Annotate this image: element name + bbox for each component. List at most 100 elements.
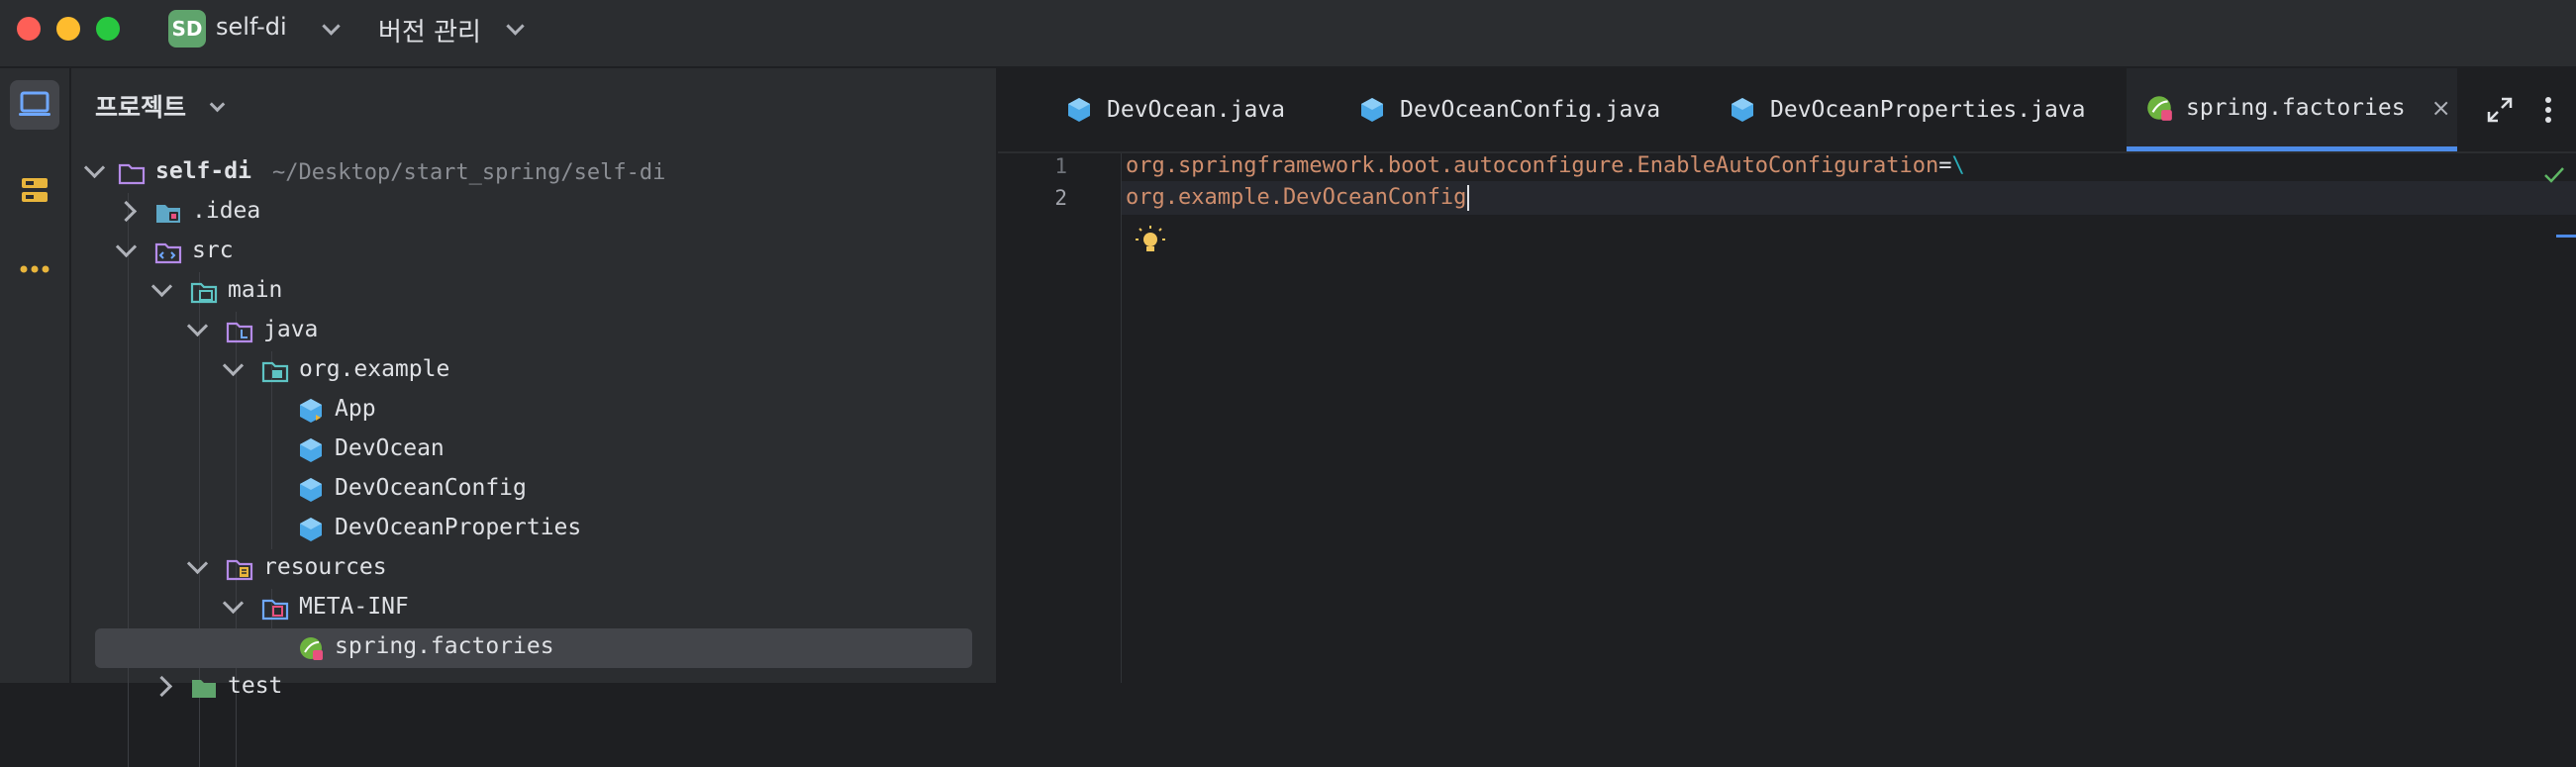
scrollbar-marker (2556, 235, 2576, 238)
tree-label: DevOceanConfig (335, 475, 527, 501)
tree-label: main (228, 277, 283, 303)
collapse-chevron-icon[interactable] (150, 675, 173, 698)
tree-row-class-devoceanconfig[interactable]: DevOceanConfig (71, 470, 996, 510)
java-class-icon (300, 478, 322, 502)
tree-label: org.example (299, 356, 450, 382)
expand-chevron-icon[interactable] (150, 275, 173, 298)
more-vertical-icon[interactable] (2542, 95, 2554, 125)
tree-row-idea[interactable]: .idea (71, 193, 996, 233)
close-tab-icon[interactable]: × (2431, 94, 2451, 122)
tree-label: DevOcean (335, 435, 445, 461)
tree-label: App (335, 396, 376, 422)
java-class-icon (300, 518, 322, 541)
title-bar: SD self-di 버전 관리 (0, 0, 2576, 68)
java-class-icon (1068, 98, 1090, 122)
module-folder-icon (118, 163, 146, 185)
tree-row-spring-factories[interactable]: spring.factories (95, 628, 972, 668)
tab-spring-factories[interactable]: spring.factories × (2127, 68, 2457, 151)
java-source-folder-icon (226, 322, 253, 343)
tree-row-resources[interactable]: resources (71, 549, 996, 589)
project-badge[interactable]: SD (168, 10, 206, 48)
text-caret (1467, 185, 1470, 211)
main-folder-icon (190, 282, 218, 304)
tree-label: spring.factories (335, 633, 554, 659)
tree-root-path: ~/Desktop/start_spring/self-di (272, 160, 666, 185)
property-value: org.example.DevOceanConfig (1126, 185, 1467, 210)
package-icon (261, 361, 289, 383)
tab-devoceanproperties-java[interactable]: DevOceanProperties.java (1729, 68, 2086, 151)
tab-devoceanconfig-java[interactable]: DevOceanConfig.java (1358, 68, 1660, 151)
tree-row-main[interactable]: main (71, 272, 996, 312)
java-class-icon (300, 399, 322, 423)
minimize-window-button[interactable] (56, 17, 80, 41)
spring-icon (2147, 95, 2172, 121)
maximize-icon[interactable] (2485, 95, 2515, 125)
more-tools-button[interactable] (10, 244, 59, 294)
equals-sign: = (1938, 153, 1952, 178)
structure-tool-button[interactable] (10, 165, 59, 215)
tree-row-root[interactable]: self-di ~/Desktop/start_spring/self-di (71, 153, 996, 193)
java-class-icon (300, 438, 322, 462)
zoom-window-button[interactable] (96, 17, 120, 41)
tree-label: .idea (192, 198, 261, 224)
project-chevron-down-icon[interactable] (322, 17, 341, 36)
tab-label: DevOcean.java (1107, 97, 1286, 123)
expand-chevron-icon[interactable] (83, 156, 106, 179)
tree-row-src[interactable]: src (71, 233, 996, 272)
line-number: 1 (1054, 154, 1067, 178)
project-panel: 프로젝트 self-di ~/Desktop/start_spring/self… (71, 68, 998, 767)
tree-label: self-di (155, 158, 251, 184)
project-name[interactable]: self-di (216, 13, 287, 41)
project-tool-button[interactable] (10, 80, 59, 130)
tree-label: src (192, 238, 234, 263)
spring-icon (300, 637, 323, 660)
expand-chevron-icon[interactable] (222, 354, 245, 377)
property-key: org.springframework.boot.autoconfigure.E… (1126, 153, 1939, 178)
tab-label: spring.factories (2186, 94, 2406, 121)
code-line-1[interactable]: org.springframework.boot.autoconfigure.E… (1126, 153, 1965, 178)
tree-label: java (263, 317, 319, 342)
line-number: 2 (1054, 186, 1067, 210)
collapse-chevron-icon[interactable] (115, 200, 138, 223)
tree-row-class-app[interactable]: App (71, 391, 996, 431)
structure-icon (22, 178, 48, 202)
test-folder-icon (192, 680, 216, 698)
expand-chevron-icon[interactable] (186, 552, 209, 575)
expand-chevron-icon[interactable] (115, 236, 138, 258)
tree-label: resources (263, 554, 387, 580)
line-continuation: \ (1951, 153, 1965, 178)
resources-folder-icon (226, 559, 253, 581)
tree-row-class-devocean[interactable]: DevOcean (71, 431, 996, 470)
expand-chevron-icon[interactable] (186, 315, 209, 337)
code-editor[interactable]: 1 2 org.springframework.boot.autoconfigu… (998, 153, 2576, 683)
tool-window-strip (0, 68, 71, 683)
tree-label: META-INF (299, 594, 409, 620)
source-folder-icon (154, 242, 182, 264)
metainf-folder-icon (261, 599, 289, 621)
tree-label: test (228, 673, 283, 699)
more-icon (20, 265, 50, 273)
tree-row-test[interactable]: test (71, 668, 996, 708)
editor-tabs: DevOcean.java DevOceanConfig.java DevOce… (998, 68, 2576, 153)
tree-row-class-devoceanproperties[interactable]: DevOceanProperties (71, 510, 996, 549)
java-class-icon (1361, 98, 1383, 122)
idea-folder-icon (156, 205, 180, 223)
tab-label: DevOceanConfig.java (1400, 97, 1661, 123)
tab-label: DevOceanProperties.java (1770, 97, 2086, 123)
project-panel-title[interactable]: 프로젝트 (95, 88, 186, 124)
panel-title-chevron-down-icon[interactable] (209, 96, 226, 113)
version-control-menu[interactable]: 버전 관리 (378, 12, 481, 48)
close-window-button[interactable] (17, 17, 41, 41)
version-control-chevron-down-icon[interactable] (506, 17, 525, 36)
expand-chevron-icon[interactable] (222, 592, 245, 615)
lightbulb-icon[interactable] (1135, 225, 1166, 258)
inspection-ok-icon[interactable] (2542, 165, 2566, 185)
tree-row-java[interactable]: java (71, 312, 996, 351)
project-icon (19, 91, 50, 116)
tree-row-package[interactable]: org.example (71, 351, 996, 391)
tab-devocean-java[interactable]: DevOcean.java (1065, 68, 1285, 151)
java-class-icon (1732, 98, 1753, 122)
code-line-2[interactable]: org.example.DevOceanConfig (1126, 185, 1470, 211)
tree-row-metainf[interactable]: META-INF (71, 589, 996, 628)
tree-label: DevOceanProperties (335, 515, 582, 540)
